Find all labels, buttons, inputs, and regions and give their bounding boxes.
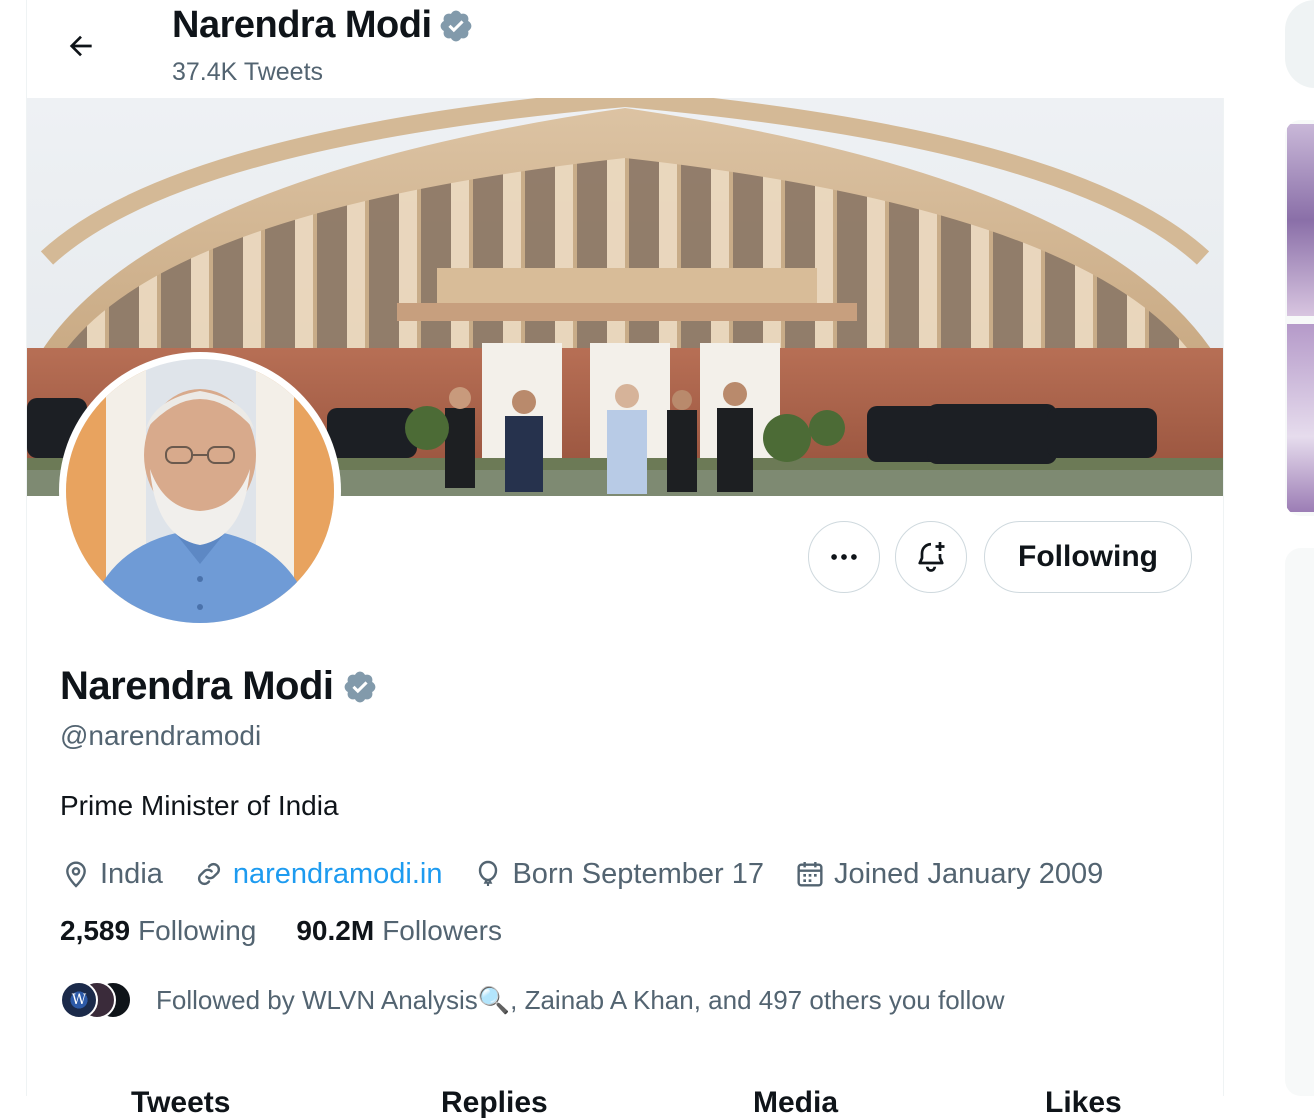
tab-media[interactable]: Media	[753, 1086, 838, 1120]
birthday-item: Born September 17	[472, 857, 764, 891]
followers-label: Followers	[382, 915, 502, 946]
location-pin-icon	[66, 861, 86, 888]
more-options-button[interactable]	[808, 521, 880, 593]
followed-by-text: Followed by WLVN Analysis🔍, Zainab A Kha…	[156, 984, 1005, 1015]
follow-counts: 2,589 Following 90.2M Followers	[60, 915, 502, 947]
followers-count: 90.2M	[296, 915, 375, 946]
profile-name: Narendra Modi	[60, 664, 378, 709]
profile-header: Narendra Modi 37.4K Tweets	[27, 0, 1225, 98]
website-item: narendramodi.in	[193, 858, 443, 891]
following-button[interactable]: Following	[984, 521, 1192, 593]
more-horizontal-icon	[831, 554, 857, 560]
arrow-left-icon	[69, 35, 92, 57]
notifications-button[interactable]	[895, 521, 967, 593]
following-count: 2,589	[60, 915, 131, 946]
balloon-icon	[479, 860, 498, 886]
avatar-image	[66, 359, 334, 623]
website-link[interactable]: narendramodi.in	[233, 858, 443, 891]
calendar-icon	[797, 862, 823, 887]
verified-badge-icon	[440, 10, 471, 41]
followers-count-link[interactable]: 90.2M Followers	[296, 915, 502, 947]
profile-bio: Prime Minister of India	[60, 790, 339, 821]
profile-name-text: Narendra Modi	[60, 664, 334, 708]
tab-replies[interactable]: Replies	[441, 1086, 548, 1120]
following-count-link[interactable]: 2,589 Following	[60, 915, 256, 947]
profile-handle: @narendramodi	[60, 720, 262, 751]
bell-plus-icon	[918, 542, 945, 572]
followed-by-avatars: W	[60, 981, 132, 1019]
header-name: Narendra Modi	[172, 4, 432, 46]
location-text: India	[100, 857, 163, 890]
mini-avatar: W	[60, 981, 98, 1019]
back-button[interactable]	[59, 24, 103, 68]
birthday-text: Born September 17	[512, 857, 764, 890]
search-box[interactable]	[1285, 0, 1314, 88]
avatar[interactable]	[66, 359, 334, 623]
joined-text: Joined January 2009	[833, 857, 1104, 890]
profile-meta: India narendramodi.in Born September 17 …	[60, 852, 1133, 896]
link-icon	[197, 862, 220, 886]
tab-tweets[interactable]: Tweets	[131, 1086, 230, 1120]
followed-by-row[interactable]: W Followed by WLVN Analysis🔍, Zainab A K…	[60, 980, 1004, 1020]
following-label: Following	[138, 915, 257, 946]
profile-tabs: Tweets Replies Media Likes	[27, 1074, 1223, 1119]
profile-column: Narendra Modi 37.4K Tweets Following Nar…	[26, 0, 1225, 1119]
right-sidebar	[1225, 0, 1314, 1096]
joined-item: Joined January 2009	[794, 858, 1103, 891]
tab-likes[interactable]: Likes	[1045, 1086, 1122, 1120]
media-thumbnail[interactable]	[1287, 324, 1314, 512]
media-preview-card[interactable]	[1285, 120, 1314, 516]
verified-badge-icon	[344, 671, 375, 702]
tweets-count: 37.4K Tweets	[172, 58, 324, 86]
location-item: India	[60, 858, 163, 891]
media-thumbnail[interactable]	[1287, 124, 1314, 316]
sidebar-panel	[1285, 548, 1314, 1096]
header-title: Narendra Modi	[172, 4, 474, 47]
avatar-ring[interactable]	[59, 352, 341, 630]
left-gutter	[0, 0, 26, 1096]
